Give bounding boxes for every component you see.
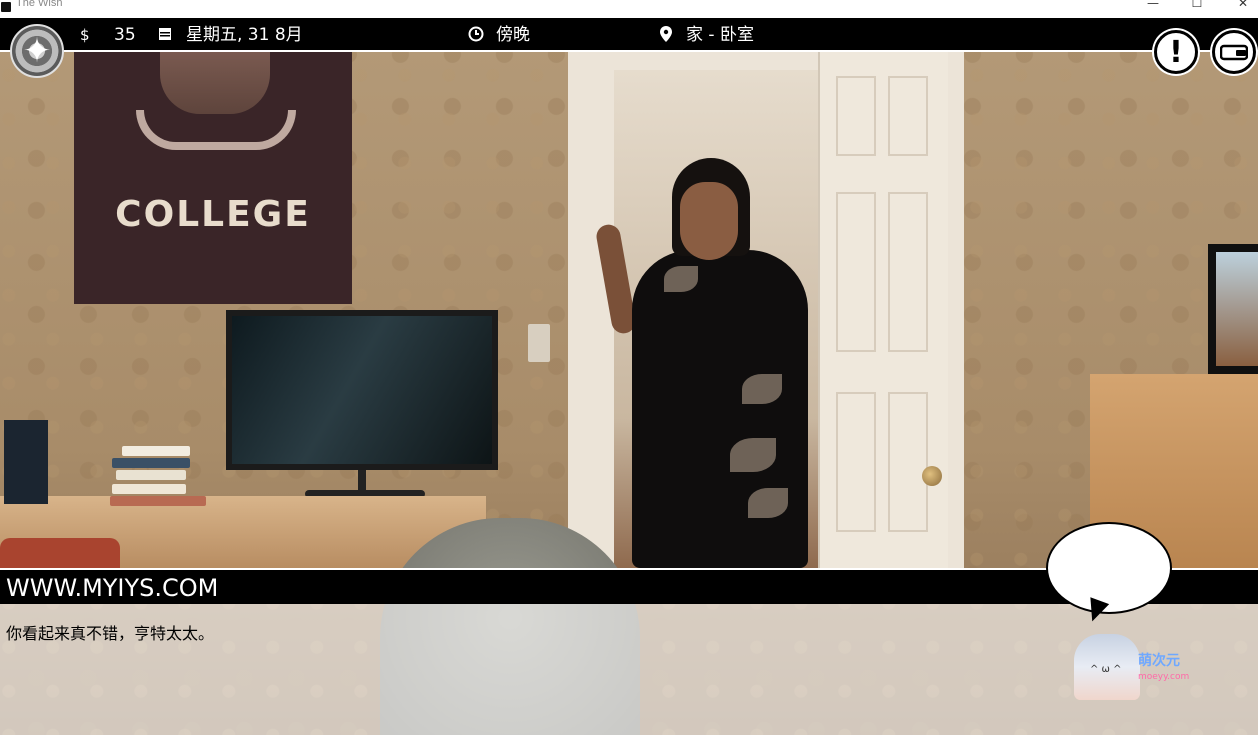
speaker-name: WWW.MYIYS.COM	[6, 574, 219, 602]
hud-bar: $ 35 星期五, 31 8月 傍晚 家 - 卧室	[0, 18, 1258, 52]
close-button[interactable]: ✕	[1220, 0, 1258, 14]
date-text: 星期五, 31 8月	[186, 25, 303, 45]
book	[110, 496, 206, 506]
minimize-button[interactable]: —	[1130, 0, 1176, 14]
dress-pattern	[664, 266, 698, 292]
window-titlebar: The Wish — ☐ ✕	[0, 0, 1258, 18]
book-stand	[4, 420, 48, 504]
door-panel	[888, 192, 928, 352]
door-panel	[888, 76, 928, 156]
poster-collar	[136, 110, 296, 150]
dialogue-box[interactable]: 你看起来真不错，亨特太太。	[0, 604, 1258, 735]
wallet-icon[interactable]	[1212, 30, 1256, 74]
poster-face	[160, 52, 270, 114]
book	[122, 446, 190, 456]
exclamation-glyph: !	[1169, 35, 1183, 70]
photo-frame	[1208, 244, 1258, 374]
mascot-face: ^ ω ^	[1090, 664, 1122, 675]
door-knob	[922, 466, 942, 486]
door-panel	[836, 392, 876, 532]
character-dress	[632, 250, 808, 568]
poster-text: COLLEGE	[115, 194, 311, 235]
clock-icon	[468, 26, 484, 46]
dialogue-text: 你看起来真不错，亨特太太。	[6, 624, 215, 643]
book	[112, 458, 190, 468]
photo	[1216, 252, 1258, 366]
tv-screen	[232, 316, 492, 464]
book	[112, 484, 186, 494]
door-panel	[836, 192, 876, 352]
money-value: 35	[114, 25, 136, 45]
speech-bubble	[1046, 522, 1172, 614]
dress-pattern	[730, 438, 776, 472]
maximize-button[interactable]: ☐	[1174, 0, 1220, 14]
bedroom-door	[818, 52, 948, 568]
watermark-subtitle: moeyy.com	[1138, 672, 1190, 682]
dress-pattern	[742, 374, 782, 404]
door-panel	[888, 392, 928, 532]
dress-pattern	[748, 488, 788, 518]
money-icon: $	[80, 26, 90, 44]
location-text: 家 - 卧室	[686, 25, 754, 45]
book-stack	[110, 446, 208, 506]
exclamation-icon[interactable]: !	[1154, 30, 1198, 74]
calendar-icon	[158, 26, 172, 45]
tv-neck	[358, 470, 366, 492]
book	[116, 470, 186, 480]
college-poster: COLLEGE	[74, 52, 352, 304]
television	[226, 310, 498, 470]
light-switch	[528, 324, 550, 362]
character-face	[680, 182, 738, 260]
window-title: The Wish	[16, 0, 63, 9]
compass-star: ✦	[22, 31, 52, 71]
door-panel	[836, 76, 876, 156]
watermark-title: 萌次元	[1138, 653, 1180, 669]
time-of-day: 傍晚	[496, 25, 530, 45]
app-icon	[1, 2, 11, 12]
map-pin-icon	[660, 26, 672, 46]
wallet-glyph	[1215, 43, 1253, 66]
compass-icon[interactable]: ✦	[10, 24, 64, 78]
